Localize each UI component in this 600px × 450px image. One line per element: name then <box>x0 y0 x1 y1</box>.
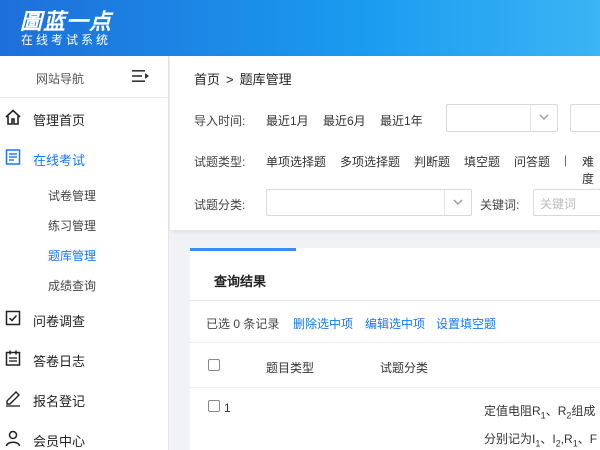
set-fill-blank-link[interactable]: 设置填空题 <box>436 315 496 332</box>
import-date-end-select[interactable] <box>570 104 600 132</box>
category-label: 试题分类: <box>194 198 246 212</box>
sidebar-subitem-paper-management[interactable]: 试卷管理 <box>48 187 96 204</box>
sidebar-subitem-score-query[interactable]: 成绩查询 <box>48 277 96 294</box>
edit-selected-link[interactable]: 编辑选中项 <box>365 315 425 332</box>
category-select[interactable] <box>266 189 472 216</box>
type-option-true-false[interactable]: 判断题 <box>414 153 450 170</box>
sidebar-item-label: 问卷调查 <box>33 314 86 329</box>
breadcrumb-current: 题库管理 <box>239 72 292 87</box>
difficulty-label[interactable]: 难度 <box>582 153 600 187</box>
breadcrumb-home[interactable]: 首页 <box>194 72 220 87</box>
sidebar-item-answer-log[interactable]: 答卷日志 <box>0 339 169 379</box>
question-type-label: 试题类型: <box>194 155 246 169</box>
row-index: 1 <box>224 401 231 415</box>
menu-fold-icon[interactable] <box>132 69 150 83</box>
table-header: 题目类型 试题分类 <box>190 342 600 388</box>
app-header: 圖蓝一点 在线考试系统 <box>0 0 600 56</box>
sidebar-item-member-center[interactable]: 会员中心 <box>0 419 169 450</box>
survey-icon <box>5 310 21 326</box>
keyword-input[interactable]: 关键词 <box>533 189 600 216</box>
user-icon <box>5 430 21 447</box>
type-option-fill-blank[interactable]: 填空题 <box>464 153 500 170</box>
tab-divider <box>190 300 600 301</box>
sidebar-subitem-practice-management[interactable]: 练习管理 <box>48 217 96 234</box>
tab-label: 查询结果 <box>214 274 267 289</box>
sidebar-item-label: 报名登记 <box>33 394 86 409</box>
sidebar-item-label: 会员中心 <box>33 434 86 449</box>
row-checkbox[interactable] <box>208 400 220 412</box>
filter-panel: 首页 > 题库管理 导入时间: 最近1月 最近6月 最近1年 试题类型: 单项选择题… <box>170 56 600 230</box>
question-text-line1: 定值电阻R1、R2组成 <box>484 404 596 421</box>
type-divider: | <box>564 153 568 167</box>
sidebar-item-home[interactable]: 管理首页 <box>0 98 169 138</box>
sidebar-header: 网站导航 <box>0 56 168 98</box>
sidebar-subitem-question-bank[interactable]: 题库管理 <box>48 247 96 264</box>
keyword-label: 关键词: <box>480 198 520 212</box>
results-panel: 查询结果 已选 0 条记录 删除选中项 编辑选中项 设置填空题 题目类型 试题分… <box>190 248 600 450</box>
sidebar-item-label: 答卷日志 <box>33 354 86 369</box>
import-time-option-6-months[interactable]: 最近6月 <box>323 112 366 129</box>
sidebar: 网站导航 管理首页 在线考试 试卷管理 练习管理 题库管理 成绩查询 问卷调查 … <box>0 56 169 450</box>
import-date-select[interactable] <box>446 104 558 132</box>
log-icon <box>5 350 21 366</box>
type-option-single-choice[interactable]: 单项选择题 <box>266 153 326 170</box>
selected-prefix: 已选 <box>206 317 231 331</box>
selection-info: 已选 0 条记录 <box>206 315 279 332</box>
register-icon <box>6 391 20 407</box>
question-text-line2: 分别记为I1、I2,R1、F <box>484 432 598 449</box>
column-header-question-type: 题目类型 <box>266 361 315 375</box>
tab-query-results[interactable]: 查询结果 <box>190 248 296 300</box>
sidebar-item-registration[interactable]: 报名登记 <box>0 379 169 419</box>
select-all-checkbox[interactable] <box>208 359 220 371</box>
exam-icon <box>5 149 21 165</box>
logo-subtitle: 在线考试系统 <box>21 33 112 47</box>
keyword-placeholder: 关键词 <box>540 197 577 211</box>
breadcrumb: 首页 > 题库管理 <box>194 69 292 88</box>
import-time-option-1-month[interactable]: 最近1月 <box>266 112 309 129</box>
sidebar-title: 网站导航 <box>36 72 85 86</box>
chevron-down-icon <box>453 199 463 205</box>
home-icon <box>5 109 21 125</box>
type-option-essay[interactable]: 问答题 <box>514 153 550 170</box>
import-time-label: 导入时间: <box>194 114 246 128</box>
sidebar-item-label: 管理首页 <box>33 113 86 128</box>
selected-suffix: 条记录 <box>243 317 280 331</box>
delete-selected-link[interactable]: 删除选中项 <box>293 315 353 332</box>
chevron-down-icon <box>539 114 549 120</box>
type-option-multi-choice[interactable]: 多项选择题 <box>340 153 400 170</box>
sidebar-item-online-exam[interactable]: 在线考试 <box>0 138 169 178</box>
import-time-option-1-year[interactable]: 最近1年 <box>380 112 423 129</box>
sidebar-item-survey[interactable]: 问卷调查 <box>0 299 169 339</box>
selected-count: 0 <box>233 317 241 331</box>
breadcrumb-separator: > <box>226 72 234 87</box>
sidebar-item-label: 在线考试 <box>33 153 86 168</box>
column-header-category: 试题分类 <box>380 361 429 375</box>
